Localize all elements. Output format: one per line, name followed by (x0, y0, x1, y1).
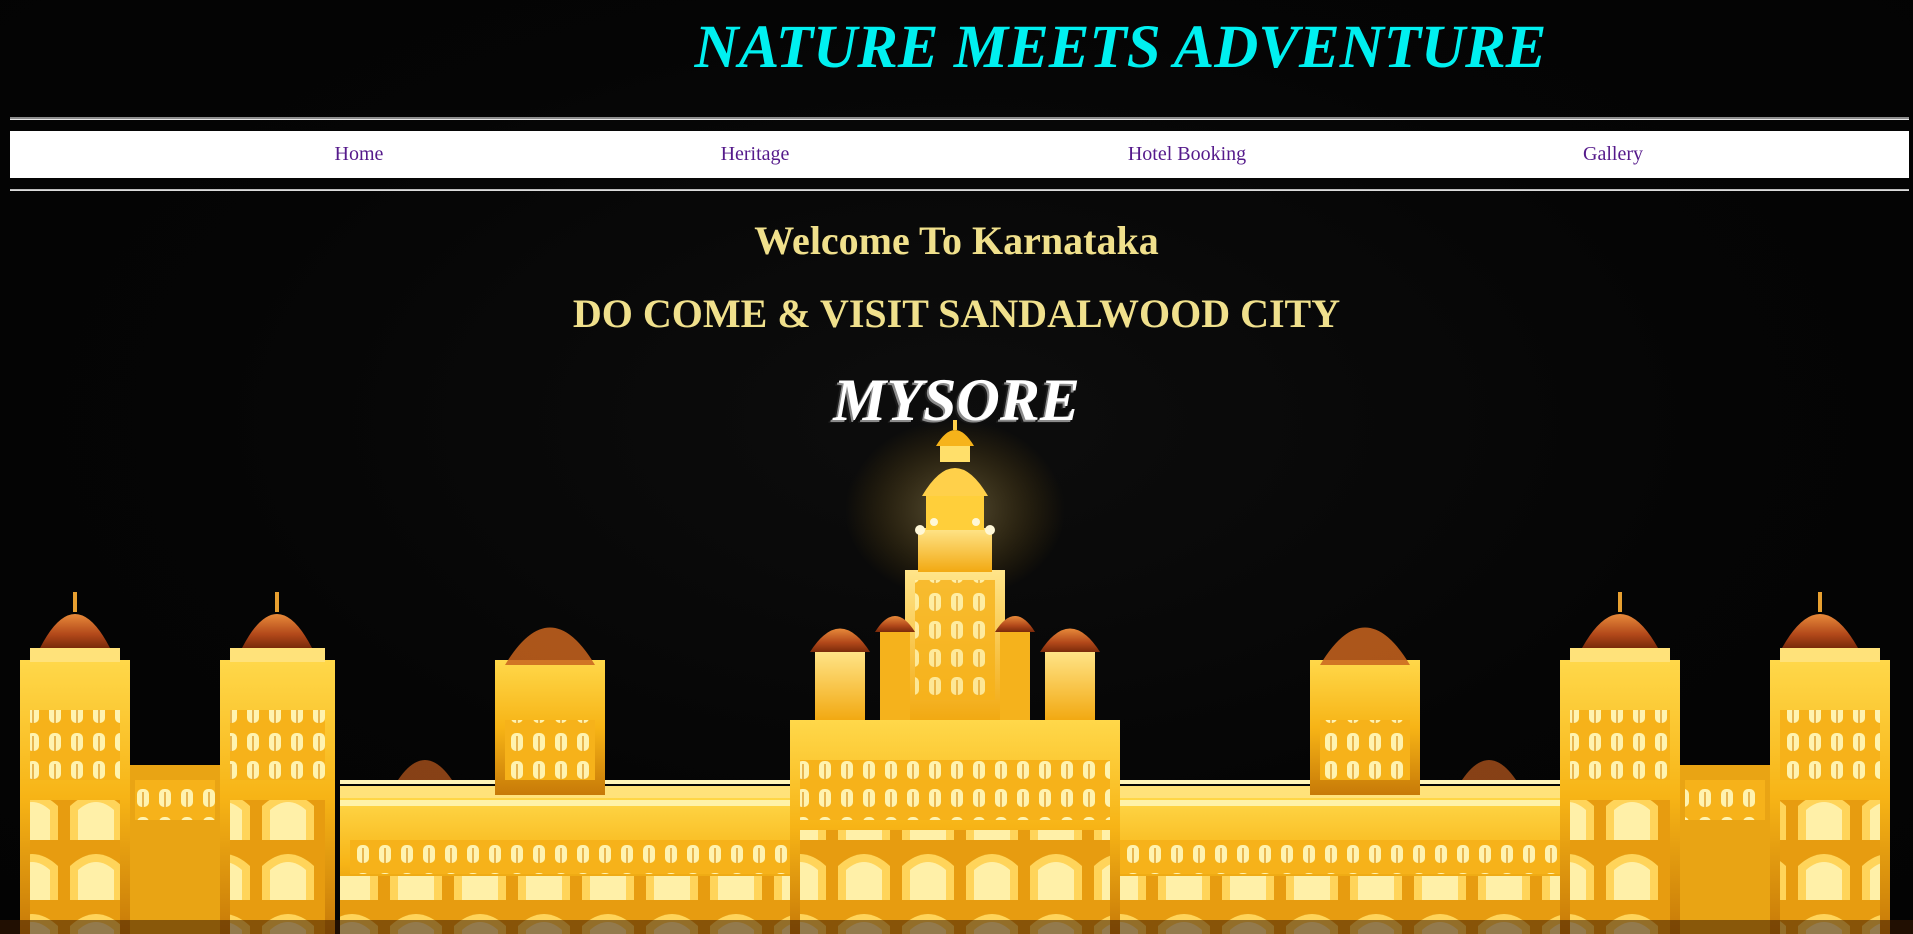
top-divider (10, 117, 1909, 120)
page: NATURE MEETS ADVENTURE Home Heritage Hot… (0, 0, 1913, 934)
nav-link-gallery[interactable]: Gallery (1583, 131, 1643, 178)
invite-heading: DO COME & VISIT SANDALWOOD CITY (572, 291, 1341, 336)
nav-link-home[interactable]: Home (335, 131, 384, 178)
nav-link-hotel-booking[interactable]: Hotel Booking (1128, 131, 1246, 178)
nav-link-heritage[interactable]: Heritage (721, 131, 790, 178)
site-title: NATURE MEETS ADVENTURE (694, 14, 1547, 81)
main-navbar: Home Heritage Hotel Booking Gallery (10, 131, 1909, 178)
mysore-palace-image (0, 420, 1913, 934)
welcome-heading: Welcome To Karnataka (754, 218, 1159, 263)
bottom-divider (10, 189, 1909, 191)
